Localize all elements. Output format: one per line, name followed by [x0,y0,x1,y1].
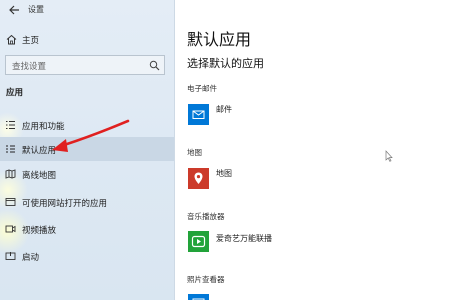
sidebar-item-offline-maps[interactable]: 离线地图 [0,162,175,186]
default-app-photo-viewer[interactable] [188,294,209,300]
sidebar-item-label: 默认应用 [22,146,57,156]
startup-icon [5,252,16,260]
sidebar-item-label: 可使用网站打开的应用 [22,199,108,209]
search-icon[interactable] [149,60,160,71]
group-label-photo-viewer: 照片查看器 [187,275,225,284]
title-bar: 设置 [0,0,175,20]
search-placeholder: 查找设置 [12,62,47,72]
app-name-music-player: 爱奇艺万能联播 [216,234,272,243]
sidebar-item-apps-for-websites[interactable]: 可使用网站打开的应用 [0,190,175,214]
sidebar-item-startup[interactable]: 启动 [0,244,175,268]
sidebar-item-label: 应用和功能 [22,122,65,132]
group-label-music-player: 音乐播放器 [187,212,225,221]
offline-maps-icon [5,169,16,179]
window-title: 设置 [28,5,44,14]
app-name-maps: 地图 [216,169,232,178]
main-content: 默认应用 选择默认的应用 电子邮件 邮件 地图 地图 音乐播放器 爱奇艺万能联播… [175,0,450,300]
iqiyi-player-icon [191,235,206,248]
page-title: 默认应用 [187,30,252,49]
maps-icon [194,172,203,184]
sidebar-item-label: 视频播放 [22,226,57,236]
sidebar: 设置 主页 查找设置 应用 应用和功能 默认应用 离线地图 可使用网站打开的应用… [0,0,175,300]
sidebar-item-default-apps[interactable]: 默认应用 [0,137,175,161]
section-heading: 应用 [6,88,24,98]
default-app-maps[interactable] [188,168,209,189]
app-name-email: 邮件 [216,105,232,114]
sidebar-item-label: 离线地图 [22,171,57,181]
apps-list-icon [6,121,15,129]
group-label-maps: 地图 [187,148,202,157]
search-input[interactable]: 查找设置 [5,55,165,75]
default-apps-icon [6,145,15,153]
sidebar-item-apps-features[interactable]: 应用和功能 [0,113,175,137]
sidebar-item-label: 启动 [22,253,40,263]
apps-for-websites-icon [5,198,16,206]
default-app-email[interactable] [188,104,209,125]
default-app-music-player[interactable] [188,231,209,252]
group-label-email: 电子邮件 [187,84,217,93]
back-arrow-icon[interactable] [8,4,20,16]
page-subtitle: 选择默认的应用 [187,57,264,70]
home-label: 主页 [22,36,40,46]
home-nav-item[interactable]: 主页 [0,31,175,49]
sidebar-item-video-playback[interactable]: 视频播放 [0,217,175,241]
mail-icon [192,110,205,119]
home-icon [6,34,17,45]
photos-icon [192,298,205,300]
video-playback-icon [5,225,16,233]
mouse-cursor-icon [385,150,393,162]
